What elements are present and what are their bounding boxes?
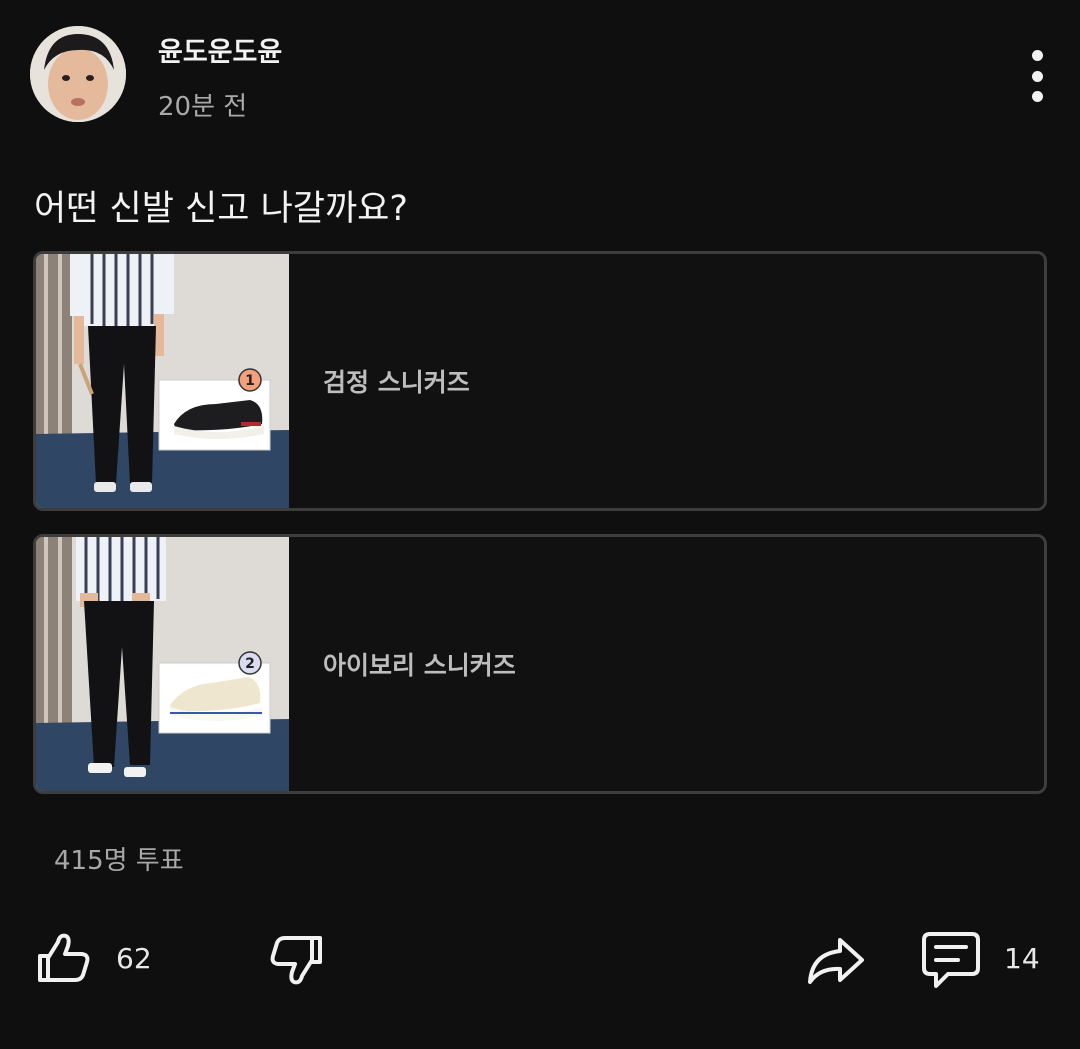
- poll-option-1[interactable]: 1 검정 스니커즈: [33, 251, 1047, 511]
- poll-question: 어떤 신발 신고 나갈까요?: [34, 189, 408, 229]
- comment-icon[interactable]: [920, 930, 982, 992]
- more-vert-icon[interactable]: [1017, 50, 1057, 102]
- thumbs-up-icon[interactable]: [34, 928, 94, 988]
- option-badge-2: 2: [245, 656, 255, 672]
- post-card: 윤도운도윤 20분 전 어떤 신발 신고 나갈까요? 1 검정 스니커즈 2 아…: [0, 0, 1080, 1049]
- avatar[interactable]: [30, 26, 126, 122]
- author-name[interactable]: 윤도운도윤: [158, 30, 282, 69]
- option-badge-1: 1: [245, 373, 255, 389]
- comment-count: 14: [1004, 942, 1040, 975]
- option-image-2: 2: [36, 537, 289, 791]
- poll-option-2[interactable]: 2 아이보리 스니커즈: [33, 534, 1047, 794]
- avatar-image: [30, 26, 126, 122]
- option-label-2: 아이보리 스니커즈: [323, 651, 516, 680]
- like-count: 62: [116, 942, 152, 975]
- share-icon[interactable]: [804, 932, 866, 990]
- thumbs-down-icon[interactable]: [266, 932, 326, 992]
- option-label-1: 검정 스니커즈: [323, 368, 470, 397]
- option-image-1: 1: [36, 254, 289, 508]
- vote-count: 415명 투표: [54, 846, 184, 876]
- post-time: 20분 전: [158, 92, 248, 122]
